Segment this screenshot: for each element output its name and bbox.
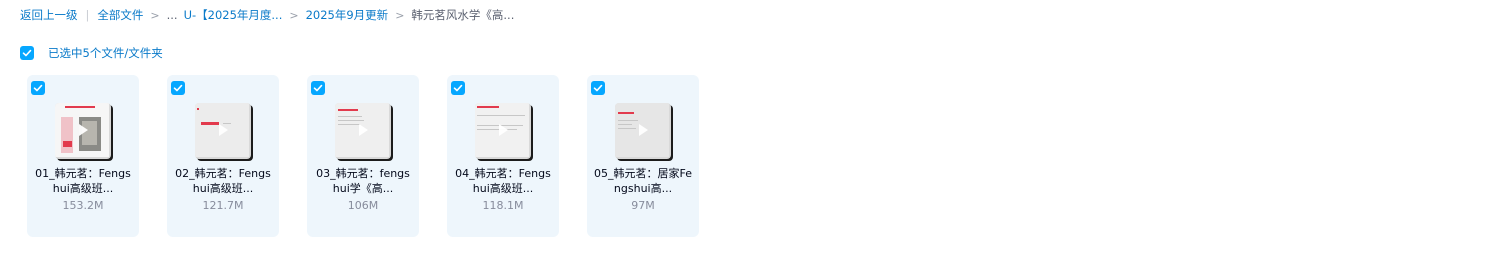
- selection-count-label: 已选中5个文件/文件夹: [48, 46, 163, 60]
- chevron-right-icon: >: [289, 8, 299, 22]
- play-icon: [499, 124, 508, 136]
- chevron-right-icon: >: [150, 8, 160, 22]
- file-name: 02_韩元茗：Fengshui高级班...: [175, 167, 271, 195]
- file-card[interactable]: 03_韩元茗：fengshui学《高... 106M: [307, 75, 419, 237]
- file-grid: 01_韩元茗：Fengshui高级班... 153.2M 02_韩元茗：Feng…: [27, 75, 727, 237]
- breadcrumb-ellipsis[interactable]: ...: [167, 8, 178, 22]
- file-name: 05_韩元茗：居家Fengshui高...: [594, 167, 692, 195]
- play-icon: [359, 124, 368, 136]
- play-icon: [219, 124, 228, 136]
- chevron-right-icon: >: [395, 8, 405, 22]
- file-card[interactable]: 02_韩元茗：Fengshui高级班... 121.7M: [167, 75, 279, 237]
- checkbox-checked-icon[interactable]: [591, 81, 605, 95]
- file-size: 106M: [347, 199, 379, 212]
- video-thumbnail: [335, 103, 391, 159]
- file-card[interactable]: 04_韩元茗：Fengshui高级班... 118.1M: [447, 75, 559, 237]
- checkbox-checked-icon[interactable]: [171, 81, 185, 95]
- file-size: 118.1M: [482, 199, 524, 212]
- breadcrumb-root[interactable]: 全部文件: [97, 7, 143, 23]
- checkbox-checked-icon[interactable]: [31, 81, 45, 95]
- video-thumbnail: [195, 103, 251, 159]
- file-size: 97M: [631, 199, 655, 212]
- checkbox-checked-icon[interactable]: [451, 81, 465, 95]
- file-card[interactable]: 01_韩元茗：Fengshui高级班... 153.2M: [27, 75, 139, 237]
- breadcrumb-folder-september[interactable]: 2025年9月更新: [306, 7, 389, 23]
- file-size: 153.2M: [62, 199, 104, 212]
- checkbox-checked-icon[interactable]: [20, 46, 34, 60]
- file-card[interactable]: 05_韩元茗：居家Fengshui高... 97M: [587, 75, 699, 237]
- breadcrumb-current: 韩元茗风水学《高...: [411, 8, 515, 22]
- breadcrumb: 返回上一级 | 全部文件 > ... U-【2025年月度... > 2025年…: [20, 6, 514, 24]
- file-size: 121.7M: [202, 199, 244, 212]
- file-name: 04_韩元茗：Fengshui高级班...: [455, 167, 551, 195]
- file-name: 03_韩元茗：fengshui学《高...: [316, 167, 410, 195]
- back-link[interactable]: 返回上一级: [20, 7, 78, 23]
- video-thumbnail: [615, 103, 671, 159]
- play-icon: [79, 124, 88, 136]
- select-all[interactable]: 已选中5个文件/文件夹: [20, 45, 163, 61]
- file-name: 01_韩元茗：Fengshui高级班...: [35, 167, 131, 195]
- play-icon: [639, 124, 648, 136]
- video-thumbnail: [55, 103, 111, 159]
- video-thumbnail: [475, 103, 531, 159]
- breadcrumb-folder-monthly[interactable]: U-【2025年月度...: [184, 7, 283, 23]
- breadcrumb-divider: |: [85, 8, 90, 22]
- checkbox-checked-icon[interactable]: [311, 81, 325, 95]
